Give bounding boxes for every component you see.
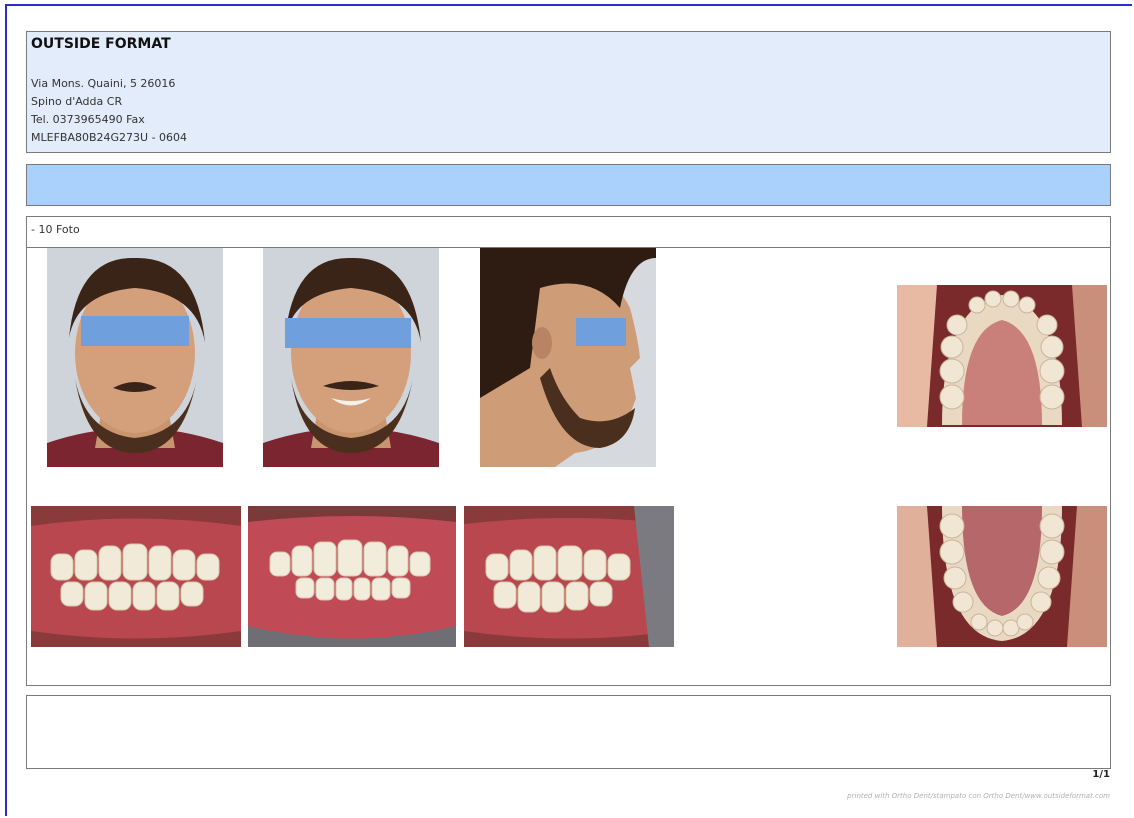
intraoral-frontal-photo-icon[interactable] [248, 506, 456, 647]
company-name: OUTSIDE FORMAT [31, 36, 171, 52]
face-frontal-photo-icon[interactable] [47, 248, 223, 467]
address-line: Via Mons. Quaini, 5 26016 [31, 77, 176, 90]
tax-code-line: MLEFBA80B24G273U - 0604 [31, 131, 188, 144]
section-title: - 10 Foto [27, 217, 1110, 248]
practice-header: OUTSIDE FORMAT Via Mons. Quaini, 5 26016… [26, 31, 1111, 153]
phone-line: Tel. 0373965490 Fax [31, 113, 145, 126]
notes-box [26, 695, 1111, 769]
lower-occlusal-photo-icon[interactable] [897, 506, 1107, 647]
upper-occlusal-photo-icon[interactable] [897, 285, 1107, 427]
printed-with-footer: printed with Ortho Dent/stampato con Ort… [847, 792, 1110, 800]
intraoral-left-photo-icon[interactable] [464, 506, 674, 647]
face-profile-photo-icon[interactable] [480, 248, 656, 467]
face-smile-photo-icon[interactable] [263, 248, 439, 467]
city-line: Spino d'Adda CR [31, 95, 123, 108]
patient-bar [26, 164, 1111, 206]
page-number: 1/1 [1092, 769, 1110, 780]
photo-section: - 10 Foto [26, 216, 1111, 686]
intraoral-right-photo-icon[interactable] [31, 506, 241, 647]
